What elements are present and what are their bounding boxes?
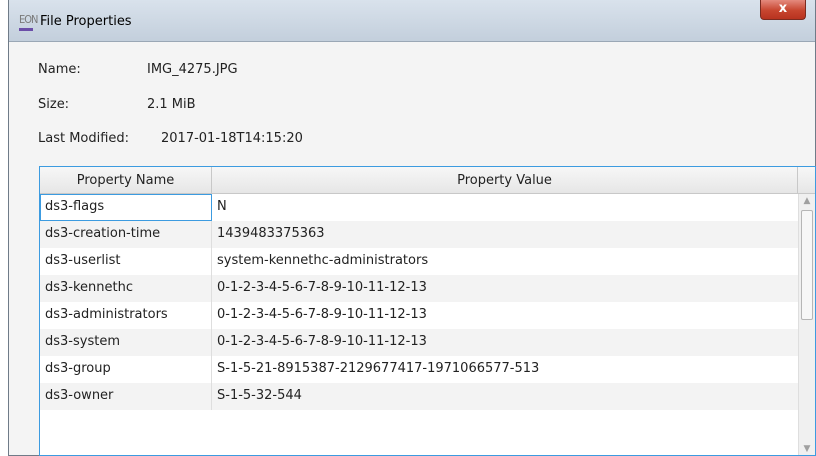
property-name-cell[interactable]: ds3-flags [40, 194, 212, 221]
name-label: Name: [38, 62, 81, 77]
property-name-cell[interactable]: ds3-creation-time [40, 221, 212, 248]
table-row[interactable]: ds3-userlist system-kennethc-administrat… [40, 248, 798, 275]
name-row: Name: IMG_4275.JPG [38, 62, 338, 80]
table-row[interactable]: ds3-kennethc 0-1-2-3-4-5-6-7-8-9-10-11-1… [40, 275, 798, 302]
vertical-scrollbar[interactable]: ▲ ▼ [798, 194, 815, 455]
property-value-cell[interactable]: 0-1-2-3-4-5-6-7-8-9-10-11-12-13 [212, 329, 798, 356]
property-name-cell[interactable]: ds3-system [40, 329, 212, 356]
property-name-cell[interactable]: ds3-group [40, 356, 212, 383]
scroll-down-icon[interactable]: ▼ [799, 442, 815, 455]
table-row[interactable]: ds3-group S-1-5-21-8915387-2129677417-19… [40, 356, 798, 383]
app-icon-text: EON [19, 13, 38, 26]
scroll-thumb[interactable] [801, 210, 813, 320]
close-icon: x [778, 1, 788, 16]
property-name-cell[interactable]: ds3-userlist [40, 248, 212, 275]
table-header: Property Name Property Value [40, 167, 815, 194]
close-button[interactable]: x [760, 0, 806, 20]
modified-value: 2017-01-18T14:15:20 [161, 131, 303, 146]
properties-table[interactable]: Property Name Property Value ds3-flags N… [39, 166, 816, 456]
property-name-cell[interactable]: ds3-administrators [40, 302, 212, 329]
file-properties-window: EON File Properties x Name: IMG_4275.JPG… [8, 0, 816, 456]
table-row[interactable]: ds3-administrators 0-1-2-3-4-5-6-7-8-9-1… [40, 302, 798, 329]
property-value-cell[interactable]: N [212, 194, 798, 221]
property-value-cell[interactable]: S-1-5-32-544 [212, 383, 798, 410]
size-value: 2.1 MiB [147, 97, 196, 112]
property-value-cell[interactable]: 1439483375363 [212, 221, 798, 248]
size-label: Size: [38, 97, 70, 112]
property-name-cell[interactable]: ds3-owner [40, 383, 212, 410]
title-bar[interactable]: EON File Properties x [9, 0, 815, 42]
name-value: IMG_4275.JPG [147, 62, 238, 77]
property-value-cell[interactable]: 0-1-2-3-4-5-6-7-8-9-10-11-12-13 [212, 275, 798, 302]
table-row[interactable]: ds3-flags N [40, 194, 798, 221]
modified-row: Last Modified: 2017-01-18T14:15:20 [38, 131, 378, 149]
property-value-cell[interactable]: system-kennethc-administrators [212, 248, 798, 275]
scroll-up-icon[interactable]: ▲ [799, 194, 815, 208]
table-row[interactable]: ds3-system 0-1-2-3-4-5-6-7-8-9-10-11-12-… [40, 329, 798, 356]
app-icon-bar [19, 28, 33, 31]
property-value-cell[interactable]: S-1-5-21-8915387-2129677417-1971066577-5… [212, 356, 798, 383]
modified-label: Last Modified: [38, 131, 130, 146]
property-name-cell[interactable]: ds3-kennethc [40, 275, 212, 302]
table-row[interactable]: ds3-creation-time 1439483375363 [40, 221, 798, 248]
app-icon: EON [19, 14, 38, 31]
window-title: File Properties [40, 14, 132, 29]
column-header-property-value[interactable]: Property Value [212, 167, 798, 194]
column-header-property-name[interactable]: Property Name [40, 167, 212, 194]
property-value-cell[interactable]: 0-1-2-3-4-5-6-7-8-9-10-11-12-13 [212, 302, 798, 329]
size-row: Size: 2.1 MiB [38, 97, 338, 115]
table-row[interactable]: ds3-owner S-1-5-32-544 [40, 383, 798, 410]
